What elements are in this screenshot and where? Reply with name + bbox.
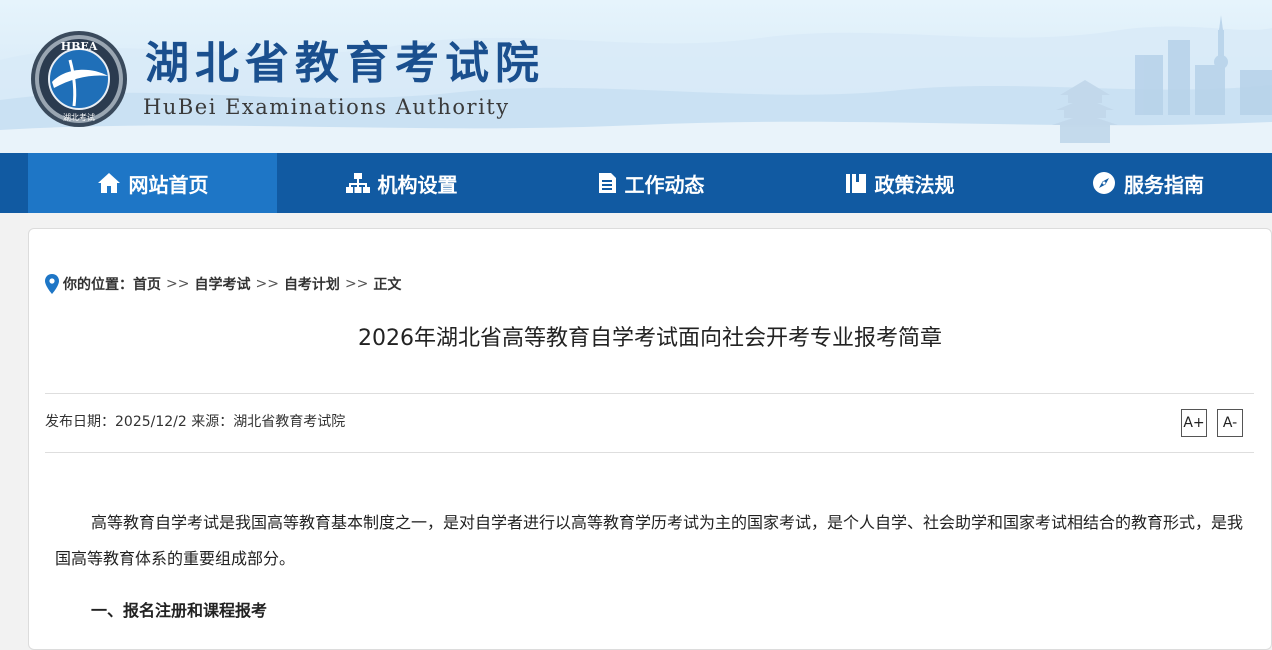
nav-label-policy: 政策法规 (874, 172, 955, 197)
org-chart-icon (345, 173, 370, 193)
nav-label-home: 网站首页 (128, 172, 209, 197)
compass-icon (1093, 172, 1115, 194)
nav-item-service[interactable]: 服务指南 (1024, 153, 1272, 213)
breadcrumb-plan[interactable]: 自考计划 (284, 274, 340, 294)
main-nav: 网站首页 机构设置 工作动态 政策法规 服务指南 (0, 153, 1272, 213)
nav-label-news: 工作动态 (624, 172, 705, 197)
breadcrumb-separator: >> (344, 276, 369, 292)
breadcrumb-self-study[interactable]: 自学考试 (194, 274, 250, 294)
book-icon (845, 174, 866, 193)
nav-item-home[interactable]: 网站首页 (28, 153, 277, 213)
nav-label-service: 服务指南 (1124, 172, 1204, 197)
article-meta: 发布日期：2025/12/2 来源：湖北省教育考试院 (45, 414, 346, 430)
document-icon (598, 173, 616, 193)
logo-text: HBEA (61, 40, 98, 53)
divider (45, 393, 1254, 394)
font-increase-button[interactable]: A+ (1181, 409, 1207, 437)
article-title: 2026年湖北省高等教育自学考试面向社会开考专业报考简章 (358, 326, 942, 351)
breadcrumb-label: 你的位置： (63, 277, 133, 293)
logo-bottom-text: 湖北考试 (63, 112, 95, 122)
divider (45, 452, 1254, 453)
breadcrumb: 你的位置： 首页 >> 自学考试 >> 自考计划 >> 正文 (45, 273, 401, 295)
location-pin-icon (45, 274, 59, 294)
hbea-logo: HBEA 湖北考试 (31, 31, 127, 127)
nav-item-organization[interactable]: 机构设置 (277, 153, 526, 213)
breadcrumb-current[interactable]: 正文 (373, 274, 401, 294)
nav-label-organization: 机构设置 (377, 172, 458, 197)
article-paragraph: 高等教育自学考试是我国高等教育基本制度之一，是对自学者进行以高等教育学历考试为主… (55, 513, 1244, 568)
home-icon (97, 173, 120, 193)
breadcrumb-home[interactable]: 首页 (133, 274, 161, 294)
breadcrumb-separator: >> (166, 276, 190, 292)
font-decrease-button[interactable]: A- (1217, 409, 1243, 437)
article-card: 你的位置： 首页 >> 自学考试 >> 自考计划 >> 正文 2026年湖北省高… (28, 228, 1272, 650)
header-banner: HBEA 湖北考试 湖北省教育考试院 HuBei Examinations Au… (0, 0, 1272, 153)
nav-item-news[interactable]: 工作动态 (526, 153, 775, 213)
site-title: 湖北省教育考试院 (145, 38, 545, 89)
breadcrumb-separator: >> (255, 276, 279, 292)
section-heading: 一、报名注册和课程报考 (91, 601, 268, 620)
nav-item-policy[interactable]: 政策法规 (775, 153, 1024, 213)
site-subtitle: HuBei Examinations Authority (143, 95, 510, 119)
